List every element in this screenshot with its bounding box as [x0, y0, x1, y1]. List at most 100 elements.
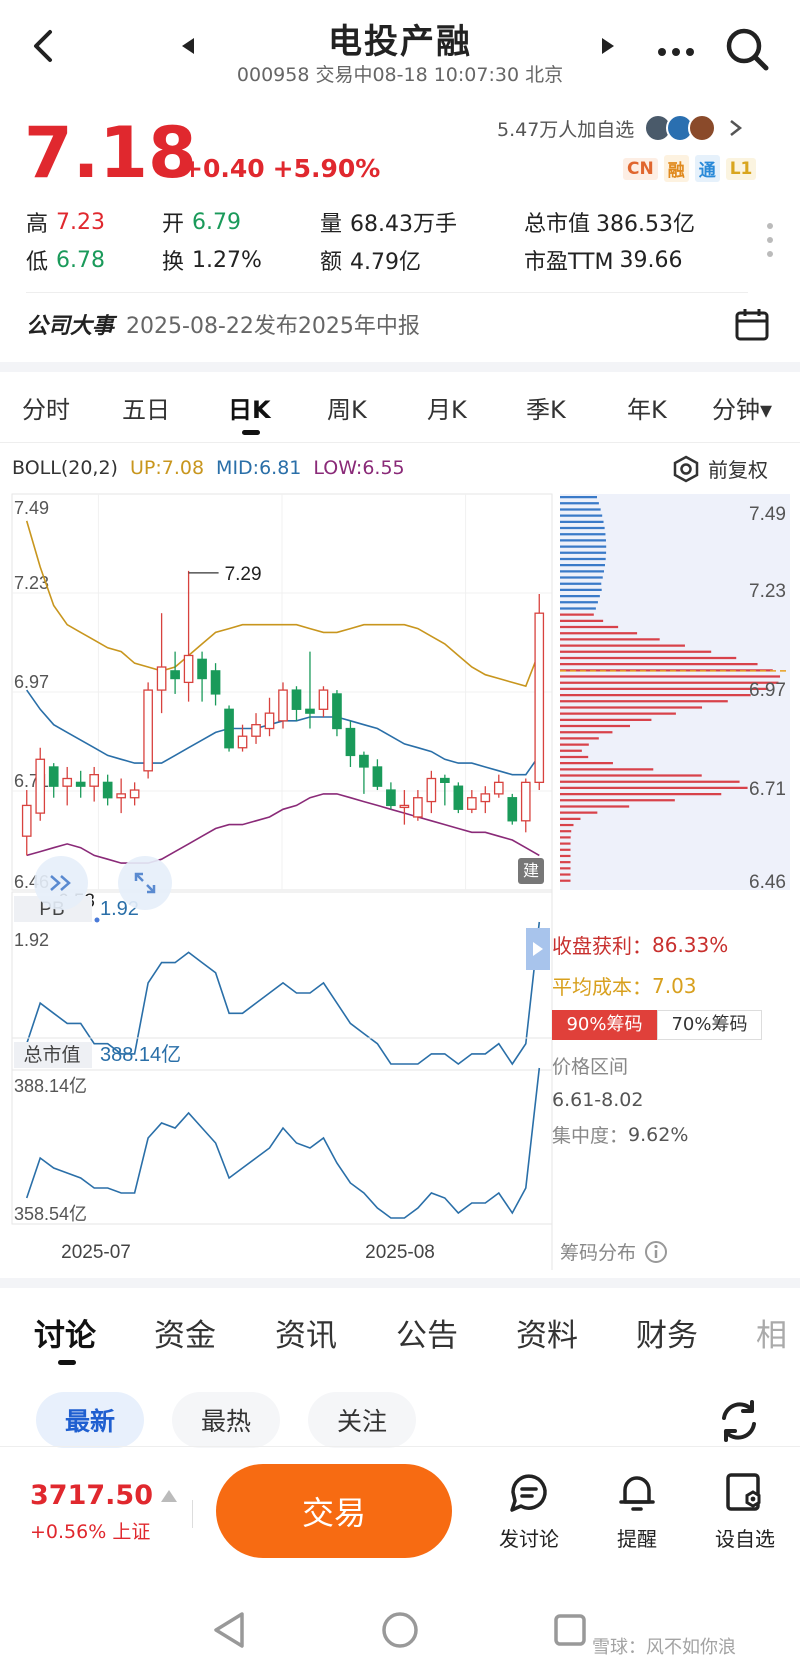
candle-body [318, 689, 329, 710]
candle-body [129, 789, 140, 799]
info-icon [645, 1240, 668, 1263]
stat-pe: 市盈TTM 39.66 [524, 247, 683, 276]
footer-separator [192, 1500, 193, 1528]
tab-minute[interactable]: 分钟▾ [712, 390, 772, 425]
active-tab-indicator [242, 430, 260, 435]
candle-body [278, 689, 288, 722]
tab-news[interactable]: 资讯 [275, 1310, 337, 1355]
tag-cn: CN [623, 157, 658, 180]
filter-follow[interactable]: 关注 [308, 1392, 416, 1448]
chip-tab-70[interactable]: 70%筹码 [657, 1010, 762, 1040]
adjust-toggle[interactable]: 前复权 [672, 454, 768, 483]
mktcap-panel-line [25, 1067, 541, 1219]
candle-body [237, 735, 248, 749]
tab-weekly-k[interactable]: 周K [327, 390, 367, 425]
tab-related[interactable]: 相 [756, 1310, 787, 1355]
stat-open: 开 6.79 [162, 209, 241, 238]
change-value: +0.40 [182, 154, 265, 183]
stat-low: 低 6.78 [26, 247, 105, 276]
max-marker-label: 7.29 [225, 564, 262, 585]
filter-latest[interactable]: 最新 [36, 1392, 144, 1448]
stat-high: 高 7.23 [26, 209, 105, 238]
filter-hot[interactable]: 最热 [172, 1392, 280, 1448]
chat-icon [510, 1474, 547, 1512]
candle-body [156, 666, 167, 691]
candle-body [224, 708, 234, 749]
tab-intraday[interactable]: 分时 [22, 390, 70, 425]
tab-five-day[interactable]: 五日 [122, 390, 170, 425]
avatar-group [644, 114, 717, 142]
boll-up-line [25, 520, 541, 688]
calendar-icon[interactable] [734, 306, 770, 346]
candle-body [62, 777, 73, 787]
chip-panel: 收盘获利： 86.33% 平均成本： 7.03 90%筹码 70%筹码 价格区间 6… [552, 930, 792, 1148]
chip-distribution-label[interactable]: 筹码分布 [560, 1238, 668, 1265]
mktcap-panel-frame [11, 1037, 553, 1225]
candle-body [116, 793, 126, 799]
watchlist-settings-icon [726, 1473, 761, 1511]
mktcap-panel-label: 总市值 [23, 1044, 80, 1066]
tab-funds[interactable]: 资金 [154, 1310, 216, 1355]
search-icon[interactable] [724, 26, 770, 76]
nav-back-icon[interactable] [212, 1610, 248, 1654]
boll-name: BOLL(20,2) [12, 457, 118, 479]
trade-button[interactable]: 交易 [216, 1464, 452, 1558]
more-stats-icon[interactable] [766, 222, 774, 262]
watchlist-button[interactable]: 设自选 [700, 1470, 790, 1552]
boll-legend: BOLL(20,2) UP:7.08 MID:6.81 LOW:6.55 [12, 457, 405, 479]
stat-turnover: 换 1.27% [162, 247, 262, 276]
followers-row[interactable]: 5.47万人加自选 [497, 114, 744, 142]
remind-button[interactable]: 提醒 [592, 1470, 682, 1552]
boll-up: UP:7.08 [129, 457, 205, 479]
tabs-divider [0, 442, 800, 443]
company-event[interactable]: 公司大事 2025-08-22发布2025年中报 [26, 308, 420, 340]
candle-body [399, 804, 410, 809]
tab-discussion[interactable]: 讨论 [34, 1310, 96, 1355]
candle-body [466, 797, 477, 810]
index-quote[interactable]: 3717.50 +0.56% 上证 [30, 1480, 177, 1544]
tab-monthly-k[interactable]: 月K [427, 390, 467, 425]
tab-financials[interactable]: 财务 [636, 1310, 698, 1355]
refresh-icon[interactable] [716, 1398, 762, 1448]
build-badge: 建 [518, 858, 544, 884]
chip-cost: 平均成本： 7.03 [552, 973, 697, 1000]
stock-status: 000958 交易中08-18 10:07:30 北京 [236, 64, 564, 86]
tag-connect: 通 [694, 155, 720, 182]
chip-tab-90[interactable]: 90%筹码 [552, 1010, 657, 1040]
candle-body [35, 758, 46, 814]
tab-daily-k[interactable]: 日K [228, 390, 271, 425]
collapse-button[interactable] [34, 856, 88, 910]
nav-home-icon[interactable] [380, 1610, 420, 1654]
candle-body [345, 727, 356, 757]
candle-body [264, 712, 275, 730]
candle-body [453, 785, 464, 810]
next-stock-icon[interactable] [602, 38, 616, 58]
price-tick-label: 6.97 [14, 672, 49, 692]
post-button[interactable]: 发讨论 [484, 1470, 574, 1552]
double-chevron-icon [50, 875, 71, 891]
expand-button[interactable] [118, 856, 172, 910]
nav-recents-icon[interactable] [552, 1612, 588, 1652]
pb-panel-tick-max: 1.92 [14, 930, 49, 950]
candle-body [386, 789, 396, 807]
tab-yearly-k[interactable]: 年K [627, 390, 667, 425]
more-icon[interactable] [657, 42, 697, 61]
tag-margin: 融 [663, 155, 689, 182]
candle-body [197, 658, 207, 680]
candle-body [520, 781, 531, 822]
content-tabs: 讨论 资金 资讯 公告 资料 财务 相 [0, 1288, 800, 1368]
expand-icon [134, 872, 156, 894]
candle-body [534, 612, 545, 783]
candle-body [493, 781, 504, 795]
panel-toggle[interactable] [526, 928, 550, 970]
tab-quarterly-k[interactable]: 季K [526, 390, 566, 425]
footer-divider [0, 1446, 800, 1447]
tag-level1: L1 [725, 157, 757, 180]
boll-low: LOW:6.55 [313, 457, 405, 479]
chip-tick-label: 7.23 [749, 581, 786, 602]
tab-profile[interactable]: 资料 [516, 1310, 578, 1355]
chip-range: 6.61-8.02 [552, 1089, 644, 1111]
tab-announcements[interactable]: 公告 [396, 1310, 458, 1355]
content-tab-indicator [58, 1360, 76, 1365]
candle-body [507, 797, 518, 822]
